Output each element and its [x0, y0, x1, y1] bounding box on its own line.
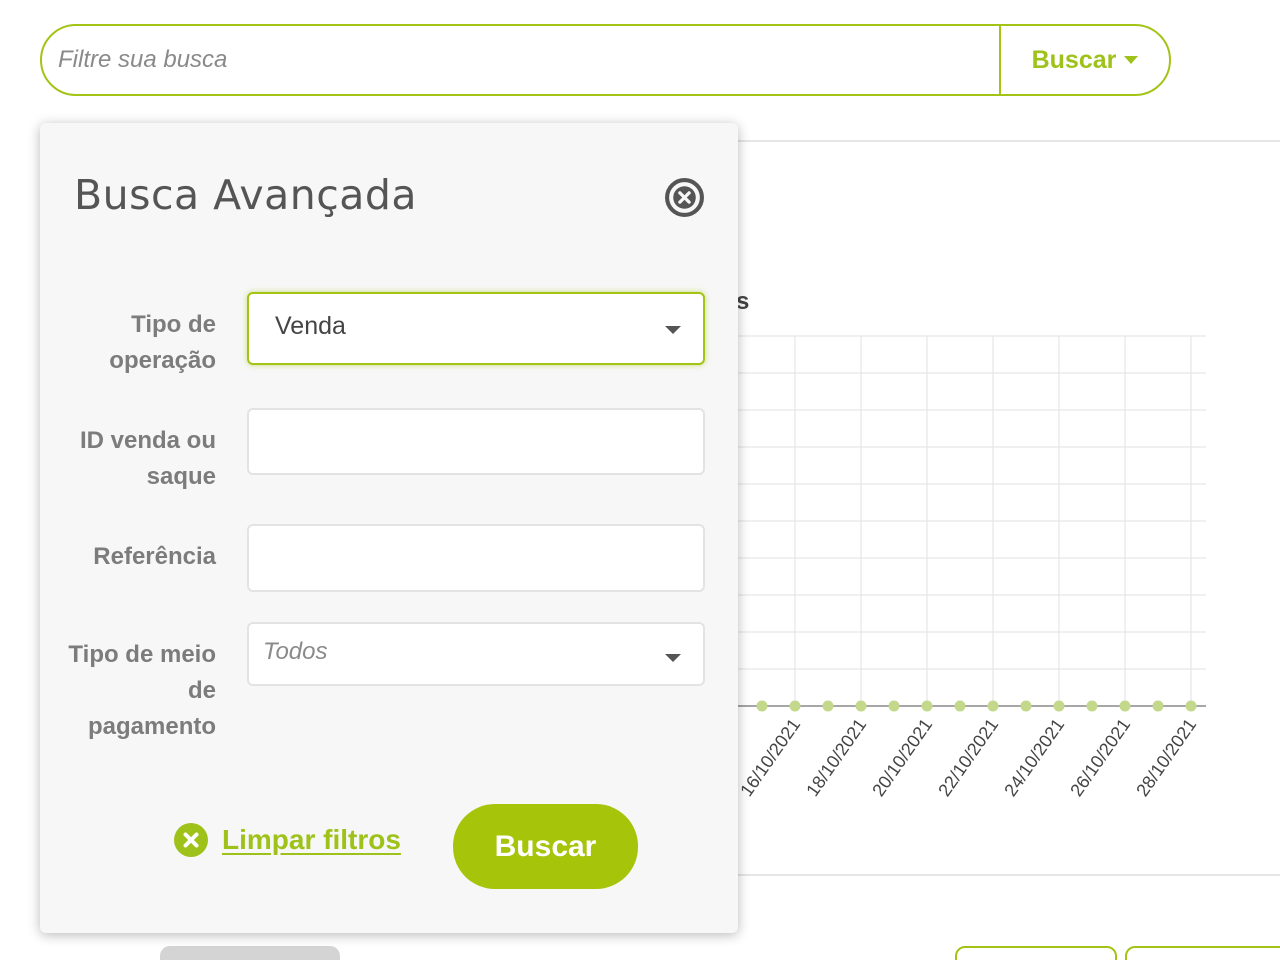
chart: 16/10/202118/10/202120/10/202122/10/2021…	[726, 335, 1206, 800]
sale-id-label: ID venda ou saque	[80, 423, 216, 495]
reference-label: Referência	[93, 543, 216, 570]
payment-type-select[interactable]: Todos	[247, 622, 705, 686]
chart-point	[855, 700, 867, 712]
bottom-button-1[interactable]	[955, 946, 1117, 960]
chevron-down-icon	[665, 326, 681, 334]
payment-type-placeholder: Todos	[263, 638, 328, 665]
chart-title-fragment: s	[736, 288, 750, 315]
payment-type-label-line2: de	[187, 677, 216, 704]
chart-point	[1185, 700, 1197, 712]
close-circle-icon[interactable]	[664, 177, 705, 218]
modal-search-button-label: Buscar	[494, 829, 597, 863]
modal-search-button[interactable]: Buscar	[453, 804, 638, 889]
operation-type-select[interactable]: Venda	[247, 292, 705, 365]
chart-point	[954, 700, 966, 712]
caret-down-icon	[1124, 56, 1139, 64]
chart-point	[1119, 700, 1131, 712]
chart-x-tick-label: 24/10/2021	[1000, 715, 1068, 800]
chart-x-tick-label: 16/10/2021	[736, 715, 804, 800]
chart-x-tick-label: 26/10/2021	[1066, 715, 1134, 800]
advanced-search-modal: Busca Avançada Tipo de operação Venda ID…	[40, 123, 738, 933]
payment-type-label-line1: Tipo de meio	[68, 641, 216, 668]
clear-filters-link[interactable]: Limpar filtros	[174, 823, 401, 857]
operation-type-label: Tipo de operação	[109, 307, 216, 379]
chart-point	[1086, 700, 1098, 712]
bottom-tab[interactable]	[160, 946, 340, 960]
chart-x-tick-label: 28/10/2021	[1132, 715, 1200, 800]
search-button[interactable]: Buscar	[1001, 26, 1169, 94]
search-input[interactable]	[42, 26, 999, 94]
chart-x-tick-label: 20/10/2021	[868, 715, 936, 800]
search-bar: Buscar	[40, 24, 1171, 96]
chart-x-tick-label: 22/10/2021	[934, 715, 1002, 800]
chevron-down-icon	[665, 654, 681, 662]
chart-point	[921, 700, 933, 712]
chart-x-tick-label: 18/10/2021	[802, 715, 870, 800]
operation-type-label-line2: operação	[109, 347, 216, 374]
chart-point	[1020, 700, 1032, 712]
chart-point	[822, 700, 834, 712]
reference-input[interactable]	[247, 524, 705, 592]
clear-circle-icon	[174, 823, 208, 857]
modal-title: Busca Avançada	[74, 171, 418, 219]
bottom-button-2[interactable]	[1125, 946, 1280, 960]
chart-point	[756, 700, 768, 712]
payment-type-label: Tipo de meio de pagamento	[68, 637, 216, 745]
chart-point	[1053, 700, 1065, 712]
sale-id-input[interactable]	[247, 408, 705, 475]
search-button-label: Buscar	[1031, 45, 1117, 74]
chart-point	[987, 700, 999, 712]
page: Buscar s 16/10/202118/10/202120/10/20212…	[0, 0, 1280, 960]
payment-type-label-line3: pagamento	[87, 713, 216, 740]
operation-type-value: Venda	[275, 312, 346, 340]
clear-filters-label: Limpar filtros	[222, 824, 401, 855]
chart-point	[1152, 700, 1164, 712]
operation-type-label-line1: Tipo de	[131, 311, 216, 338]
chart-point	[789, 700, 801, 712]
sale-id-label-line2: saque	[146, 463, 216, 490]
sale-id-label-line1: ID venda ou	[79, 427, 216, 454]
chart-point	[888, 700, 900, 712]
